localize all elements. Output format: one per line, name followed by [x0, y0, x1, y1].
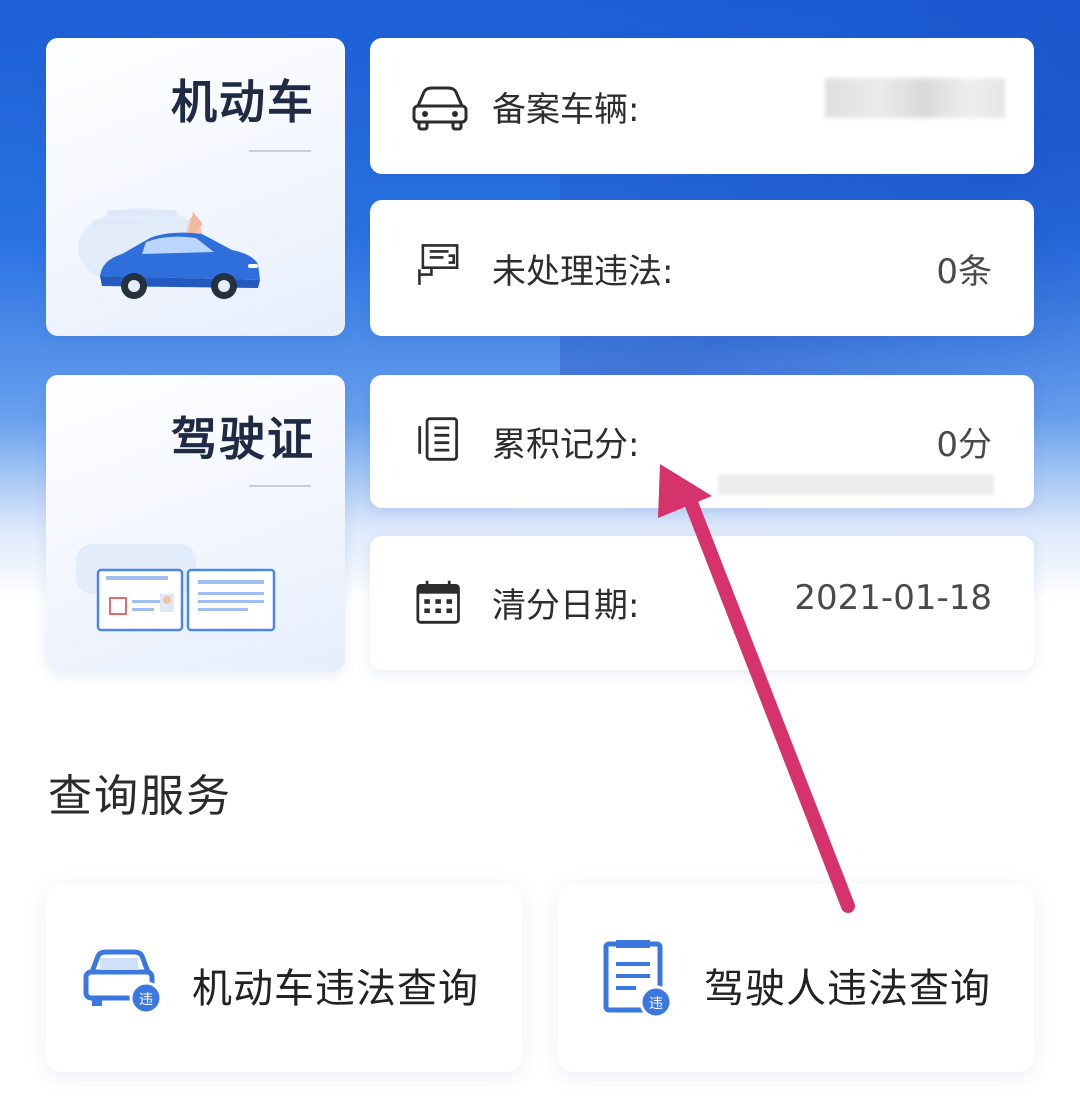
- annotation-arrow-icon: [658, 464, 855, 913]
